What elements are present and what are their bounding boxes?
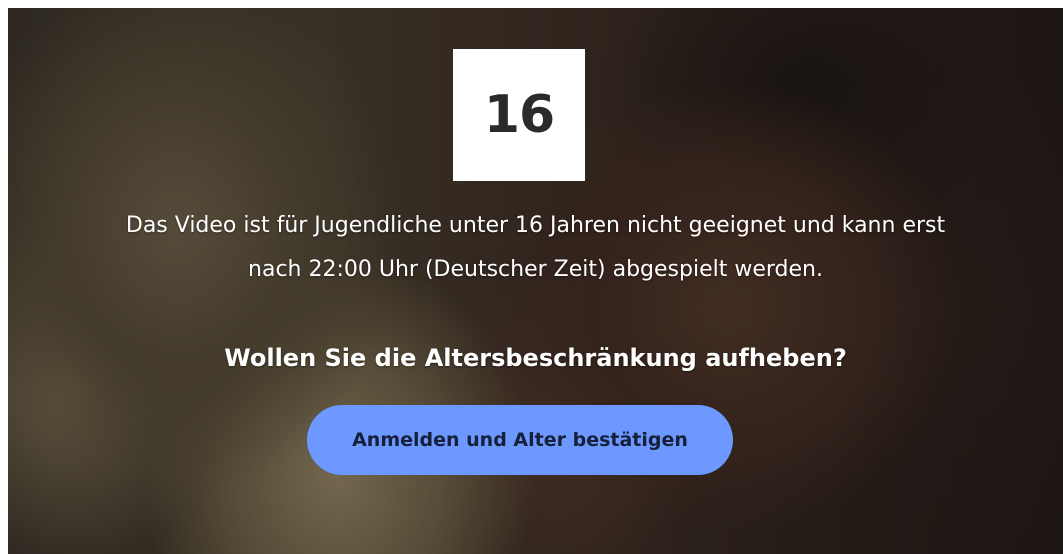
video-player: 16 Das Video ist für Jugendliche unter 1… — [8, 8, 1063, 554]
notice-line-1: Das Video ist für Jugendliche unter 16 J… — [125, 213, 946, 238]
login-and-confirm-age-button[interactable]: Anmelden und Alter bestätigen — [307, 405, 733, 475]
age-rating-badge: 16 — [453, 49, 585, 181]
age-restriction-notice: Das Video ist für Jugendliche unter 16 J… — [28, 204, 1043, 292]
lift-restriction-question: Wollen Sie die Altersbeschränkung aufheb… — [224, 344, 847, 372]
age-rating-value: 16 — [483, 85, 555, 145]
notice-line-2: nach 22:00 Uhr (Deutscher Zeit) abgespie… — [248, 257, 823, 282]
age-restriction-overlay: 16 Das Video ist für Jugendliche unter 1… — [8, 8, 1063, 554]
